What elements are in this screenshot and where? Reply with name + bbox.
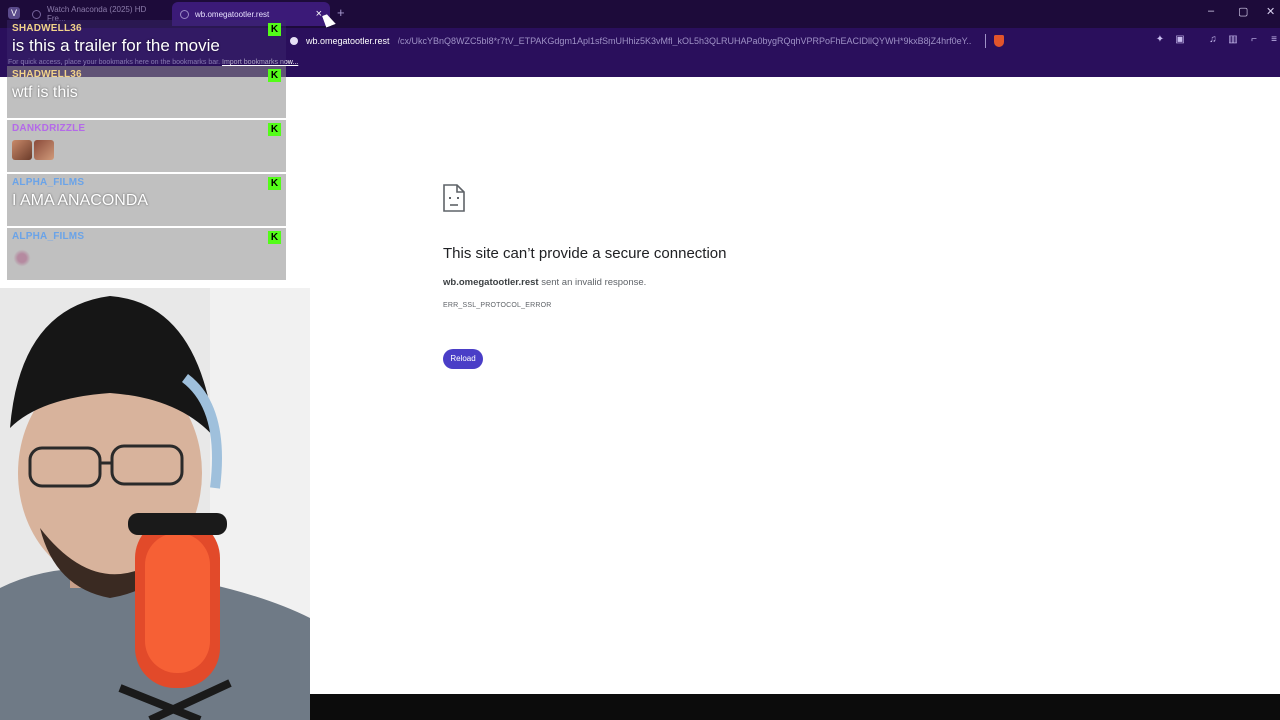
webcam-overlay: [0, 288, 310, 720]
error-code: ERR_SSL_PROTOCOL_ERROR: [443, 302, 552, 309]
chat-username: DANKDRIZZLE: [12, 123, 86, 134]
url-host: wb.omegatootler.rest: [306, 36, 390, 46]
close-window-button[interactable]: ✕: [1266, 5, 1275, 18]
browser-menu-icon[interactable]: V: [8, 7, 20, 19]
error-page: This site can’t provide a secure connect…: [310, 77, 1280, 694]
kick-badge-icon: K: [268, 69, 281, 82]
screen: V Watch Anaconda (2025) HD Fre... wb.ome…: [0, 0, 1280, 720]
kick-badge-icon: K: [268, 23, 281, 36]
puzzle-icon[interactable]: ✦: [1154, 34, 1166, 46]
face-emote-icon: [34, 140, 54, 160]
brave-shield-icon[interactable]: [994, 35, 1004, 47]
chat-emotes: [12, 140, 281, 160]
maximize-button[interactable]: ▢: [1238, 5, 1248, 18]
chat-message: DANKDRIZZLE K: [7, 120, 286, 172]
new-tab-button[interactable]: +: [337, 5, 345, 20]
error-description-text: sent an invalid response.: [538, 277, 647, 288]
chat-username: ALPHA_FILMS: [12, 231, 85, 242]
sad-document-icon: [443, 184, 465, 212]
chat-username: SHADWELL36: [12, 23, 82, 34]
sidebar-icon[interactable]: ▥: [1227, 34, 1239, 46]
chat-message: SHADWELL36 wtf is this K: [7, 66, 286, 118]
reload-button[interactable]: Reload: [443, 349, 483, 369]
wallet-icon[interactable]: ▣: [1174, 34, 1186, 46]
chat-text: I AMA ANACONDA: [12, 192, 149, 209]
tab-title: wb.omegatootler.rest: [195, 9, 270, 19]
tab-favicon-icon: [32, 9, 41, 19]
chat-text: wtf is this: [12, 84, 78, 101]
menu-icon[interactable]: ≡: [1268, 34, 1280, 46]
error-description: wb.omegatootler.rest sent an invalid res…: [443, 277, 646, 288]
globe-icon: [180, 9, 189, 19]
glasses-icon[interactable]: ⌐: [1248, 34, 1260, 46]
kick-badge-icon: K: [268, 177, 281, 190]
chat-overlay: SHADWELL36 is this a trailer for the mov…: [7, 20, 286, 282]
error-host: wb.omegatootler.rest: [443, 277, 539, 288]
address-bar[interactable]: wb.omegatootler.rest/cx/UkcYBnQ8WZC5bl8*…: [284, 31, 1004, 51]
chat-text: is this a trailer for the movie: [12, 36, 220, 55]
face-emote-icon: [12, 140, 32, 160]
url-path: /cx/UkcYBnQ8WZC5bl8*r7tV_ETPAKGdgm1Apl1s…: [397, 36, 972, 46]
chat-message: ALPHA_FILMS I AMA ANACONDA K: [7, 174, 286, 226]
chat-emotes: [12, 248, 281, 268]
chat-message: SHADWELL36 is this a trailer for the mov…: [7, 20, 286, 64]
kick-badge-icon: K: [268, 123, 281, 136]
video-letterbox: [310, 694, 1280, 720]
kick-badge-icon: K: [268, 231, 281, 244]
chat-username: ALPHA_FILMS: [12, 177, 85, 188]
chat-message: ALPHA_FILMS K: [7, 228, 286, 280]
sticker-emote-icon: [12, 248, 32, 268]
divider: [985, 34, 987, 48]
chat-username: SHADWELL36: [12, 69, 82, 80]
close-tab-icon[interactable]: ×: [316, 8, 322, 20]
minimize-button[interactable]: –: [1208, 5, 1214, 17]
music-icon[interactable]: ♫: [1207, 34, 1219, 46]
error-title: This site can’t provide a secure connect…: [443, 245, 727, 262]
site-info-icon[interactable]: [290, 37, 298, 45]
streamer-webcam-image: [0, 288, 310, 720]
